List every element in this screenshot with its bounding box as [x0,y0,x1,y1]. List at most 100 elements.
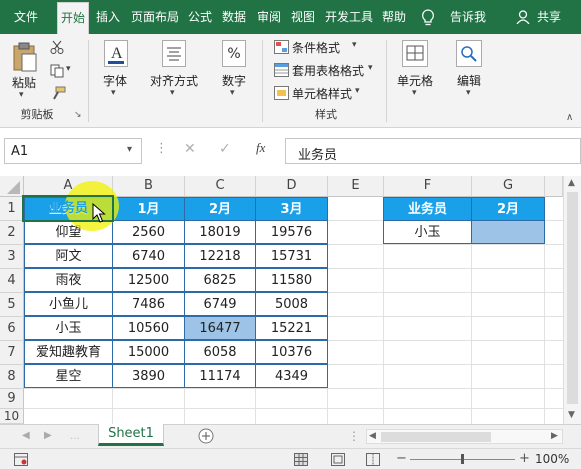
row-header-9[interactable]: 9 [0,389,24,409]
table1-cell[interactable]: 4349 [255,364,328,388]
tab-formulas[interactable]: 公式 [184,0,216,34]
zoom-in-button[interactable]: + [519,451,530,466]
row-header-2[interactable]: 2 [0,221,24,245]
horizontal-scrollbar[interactable]: ◀ ▶ [366,429,563,444]
paste-button[interactable]: 粘贴 [12,74,36,91]
table1-cell[interactable]: 爱知趣教育 [24,340,113,364]
table1-cell[interactable]: 6058 [184,340,256,364]
font-icon[interactable]: A [104,40,128,68]
zoom-out-button[interactable]: − [396,451,407,466]
split-grip-icon[interactable]: ⋮ [348,429,360,443]
paste-dropdown-icon[interactable]: ▾ [19,90,24,100]
table1-cell[interactable]: 15731 [255,244,328,268]
format-painter-icon[interactable] [50,86,66,100]
scroll-down-icon[interactable]: ▼ [568,410,575,420]
insert-function-button[interactable]: fx [256,140,265,156]
font-button[interactable]: 字体 [103,72,127,89]
column-header-g[interactable]: G [472,176,545,197]
table1-cell[interactable]: 雨夜 [24,268,113,292]
number-button[interactable]: 数字 [222,72,246,89]
user-icon[interactable] [516,10,530,24]
table2-cell-result[interactable] [471,220,545,244]
table1-cell[interactable]: 星空 [24,364,113,388]
table1-cell[interactable]: 5008 [255,292,328,316]
paste-icon[interactable] [12,42,38,72]
tab-file[interactable]: 文件 [4,0,48,34]
table1-cell[interactable]: 3890 [112,364,185,388]
table1-cell[interactable]: 10376 [255,340,328,364]
horizontal-scroll-thumb[interactable] [381,432,491,442]
cells-button[interactable]: 单元格 [397,72,433,89]
vertical-scroll-thumb[interactable] [567,192,578,404]
normal-view-icon[interactable] [294,453,308,466]
table1-cell[interactable]: 12500 [112,268,185,292]
row-header-8[interactable]: 8 [0,365,24,389]
table1-cell[interactable]: 12218 [184,244,256,268]
sheet-tab-sheet1[interactable]: Sheet1 [98,424,164,446]
zoom-level[interactable]: 100% [535,452,569,466]
macro-record-icon[interactable] [14,453,28,466]
scroll-right-icon[interactable]: ▶ [551,431,558,441]
collapse-ribbon-icon[interactable]: ∧ [566,112,573,123]
copy-icon[interactable] [50,64,64,78]
table-format-button[interactable]: 套用表格格式 [292,62,364,79]
alignment-dropdown-icon[interactable]: ▾ [170,88,175,98]
column-header-c[interactable]: C [185,176,256,197]
tab-home[interactable]: 开始 [57,2,89,34]
cells-icon[interactable] [402,40,428,68]
tab-review[interactable]: 审阅 [253,0,285,34]
sheet-prev-icon[interactable]: ◀ [22,430,30,441]
tell-me-box[interactable]: 告诉我 [445,0,491,34]
table1-header-feb[interactable]: 2月 [184,197,256,221]
table1-cell[interactable]: 6740 [112,244,185,268]
add-sheet-icon[interactable] [198,428,214,444]
alignment-icon[interactable] [162,40,186,68]
row-header-10[interactable]: 10 [0,409,24,424]
table1-cell[interactable]: 15221 [255,316,328,340]
column-header-f[interactable]: F [384,176,472,197]
name-box[interactable]: A1 ▾ [4,138,142,164]
sheet-next-icon[interactable]: ▶ [44,430,52,441]
lightbulb-icon[interactable] [421,9,435,26]
tab-help[interactable]: 帮助 [378,0,410,34]
column-header-e[interactable]: E [328,176,384,197]
table1-cell[interactable]: 小鱼儿 [24,292,113,316]
table1-cell[interactable]: 6749 [184,292,256,316]
select-all-button[interactable] [0,176,24,197]
table1-cell[interactable]: 11174 [184,364,256,388]
table1-cell[interactable]: 小玉 [24,316,113,340]
row-header-3[interactable]: 3 [0,245,24,269]
cell-style-button[interactable]: 单元格样式 [292,85,352,102]
tab-insert[interactable]: 插入 [91,0,125,34]
font-dropdown-icon[interactable]: ▾ [111,88,116,98]
table2-header-feb[interactable]: 2月 [471,197,545,221]
scroll-left-icon[interactable]: ◀ [369,431,376,441]
copy-dropdown-icon[interactable]: ▾ [66,64,71,74]
tab-view[interactable]: 视图 [287,0,319,34]
more-sheets-icon[interactable]: … [70,431,80,442]
editing-icon[interactable] [456,40,482,68]
number-icon[interactable]: % [222,40,246,67]
formula-input[interactable]: 业务员 [285,138,581,164]
table1-cell[interactable]: 18019 [184,220,256,244]
conditional-format-button[interactable]: 条件格式 [292,39,340,56]
share-button[interactable]: 共享 [533,0,565,34]
row-header-7[interactable]: 7 [0,341,24,365]
table2-cell-name[interactable]: 小玉 [383,220,472,244]
table1-cell[interactable]: 6825 [184,268,256,292]
page-layout-view-icon[interactable] [331,453,345,466]
cut-icon[interactable] [50,40,64,54]
row-header-4[interactable]: 4 [0,269,24,293]
name-box-dropdown-icon[interactable]: ▾ [127,144,132,155]
table-format-dropdown-icon[interactable]: ▾ [368,63,373,73]
tab-developer[interactable]: 开发工具 [321,0,377,34]
row-header-6[interactable]: 6 [0,317,24,341]
table1-cell[interactable]: 10560 [112,316,185,340]
number-dropdown-icon[interactable]: ▾ [230,88,235,98]
conditional-format-dropdown-icon[interactable]: ▾ [352,40,357,50]
table1-cell[interactable]: 15000 [112,340,185,364]
scroll-up-icon[interactable]: ▲ [568,178,575,188]
enter-icon[interactable]: ✓ [219,141,231,157]
table1-cell[interactable]: 阿文 [24,244,113,268]
clipboard-launcher-icon[interactable]: ↘ [74,110,82,120]
